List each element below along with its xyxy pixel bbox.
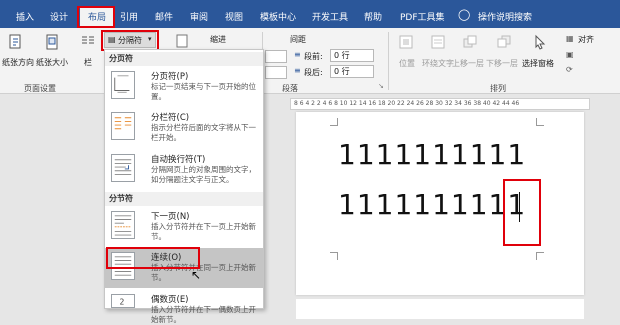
wrap-text-icon xyxy=(431,35,445,49)
send-backward-label[interactable]: 下移一层 xyxy=(486,58,518,69)
align-label[interactable]: 对齐 xyxy=(578,34,594,45)
bring-forward-label[interactable]: 上移一层 xyxy=(452,58,484,69)
space-before-icon: ≡ xyxy=(294,50,301,59)
document-area: 8 6 4 2 2 4 6 8 10 12 14 16 18 20 22 24 … xyxy=(0,94,620,319)
even-page-section-icon: 2 xyxy=(111,294,135,308)
tab-review[interactable]: 审阅 xyxy=(190,10,208,23)
space-before-label: 段前: xyxy=(304,52,323,61)
document-text-line-1[interactable]: 1111111111 xyxy=(338,138,526,171)
next-document-page[interactable] xyxy=(296,299,584,319)
text-cursor xyxy=(519,192,520,222)
rotate-icon[interactable]: ⟳ xyxy=(566,65,573,74)
space-after-input[interactable]: 0 行 xyxy=(330,65,374,78)
tab-references[interactable]: 引用 xyxy=(120,10,138,23)
tab-developer[interactable]: 开发工具 xyxy=(312,10,348,23)
section-breaks-header: 分节符 xyxy=(105,192,263,206)
page-breaks-header: 分页符 xyxy=(105,52,263,66)
document-page[interactable]: 1111111111 1111111111 xyxy=(296,112,584,295)
breaks-label: 分隔符 xyxy=(118,36,142,45)
position-label[interactable]: 位置 xyxy=(399,58,415,69)
horizontal-ruler[interactable]: 8 6 4 2 2 4 6 8 10 12 14 16 18 20 22 24 … xyxy=(290,98,590,110)
selection-pane-icon xyxy=(535,34,546,50)
tab-view[interactable]: 视图 xyxy=(225,10,243,23)
page-setup-group-label: 页面设置 xyxy=(24,84,56,93)
menu-item-text-wrapping-break[interactable]: 自动换行符(T) 分隔网页上的对象周围的文字，如分隔题注文字与正文。 xyxy=(105,150,263,190)
next-page-section-icon xyxy=(111,211,135,239)
space-before-input[interactable]: 0 行 xyxy=(330,49,374,62)
paragraph-group-label: 段落 xyxy=(282,84,298,93)
align-icon: ▦ xyxy=(566,34,574,43)
spacing-label: 间距 xyxy=(290,35,306,44)
paragraph-dialog-launcher-icon[interactable]: ↘ xyxy=(378,82,384,90)
tab-design[interactable]: 设计 xyxy=(50,10,68,23)
tell-me-search[interactable]: 操作说明搜索 xyxy=(478,10,532,23)
indent-label: 缩进 xyxy=(210,35,226,44)
chevron-down-icon: ▾ xyxy=(148,35,152,43)
document-text-line-2[interactable]: 1111111111 xyxy=(338,188,526,221)
menu-item-page-break[interactable]: 分页符(P) 标记一页结束与下一页开始的位置。 xyxy=(105,67,263,107)
columns-label: 栏 xyxy=(84,58,92,67)
column-break-icon xyxy=(111,112,135,140)
lightbulb-icon: ◯ xyxy=(458,8,471,21)
arrange-group-label: 排列 xyxy=(490,84,506,93)
tab-template-center[interactable]: 模板中心 xyxy=(260,10,296,23)
send-backward-icon xyxy=(497,35,511,48)
group-icon[interactable]: ▣ xyxy=(566,50,574,59)
ribbon-tab-bar: 插入 设计 布局 引用 邮件 审阅 视图 模板中心 开发工具 帮助 PDF工具集… xyxy=(0,0,620,30)
text-wrapping-break-icon xyxy=(111,154,135,182)
margin-corner-mark xyxy=(330,252,338,260)
tab-help[interactable]: 帮助 xyxy=(364,10,382,23)
menu-item-continuous[interactable]: 连续(O) 插入分节符并在同一页上开始新节。 ↖ xyxy=(105,248,263,288)
mouse-pointer-icon: ↖ xyxy=(191,268,202,282)
page-orientation-icon xyxy=(9,34,21,49)
tab-pdf-tools[interactable]: PDF工具集 xyxy=(400,10,445,23)
space-after-icon: ≡ xyxy=(294,66,301,75)
breaks-dropdown-menu: 分页符 分页符(P) 标记一页结束与下一页开始的位置。 分栏符(C) 指示分栏符… xyxy=(104,49,264,324)
margin-corner-mark xyxy=(536,252,544,260)
ribbon: 纸张方向 纸张大小 栏 页面设置 ▤ 分隔符 ▾ 缩进 间距 ≡ 段前: 0 行… xyxy=(0,28,620,94)
wrap-text-label[interactable]: 环绕文字 xyxy=(422,58,454,69)
bring-forward-icon xyxy=(463,35,477,48)
paper-size-icon xyxy=(46,34,58,50)
breaks-dropdown-button[interactable]: ▤ 分隔符 ▾ xyxy=(104,32,156,48)
breaks-icon: ▤ xyxy=(108,35,116,44)
text-direction-label: 纸张方向 xyxy=(2,58,34,67)
indent-right-spinner[interactable] xyxy=(265,66,287,79)
indent-left-spinner[interactable] xyxy=(265,50,287,63)
tab-layout[interactable]: 布局 xyxy=(80,6,115,30)
continuous-section-icon xyxy=(111,252,135,280)
menu-item-column-break[interactable]: 分栏符(C) 指示分栏符后面的文字将从下一栏开始。 xyxy=(105,108,263,148)
selection-pane-label[interactable]: 选择窗格 xyxy=(522,58,554,69)
line-numbers-icon[interactable] xyxy=(174,33,190,49)
margin-corner-mark xyxy=(536,118,544,126)
svg-text:2: 2 xyxy=(120,297,125,306)
tab-mailings[interactable]: 邮件 xyxy=(155,10,173,23)
page-break-icon xyxy=(111,71,135,99)
tab-insert[interactable]: 插入 xyxy=(16,10,34,23)
margin-corner-mark xyxy=(330,118,338,126)
menu-item-next-page[interactable]: 下一页(N) 插入分节符并在下一页上开始新节。 xyxy=(105,207,263,247)
menu-item-even-page[interactable]: 2 偶数页(E) 插入分节符并在下一偶数页上开始新节。 xyxy=(105,290,263,324)
space-after-label: 段后: xyxy=(304,68,323,77)
paper-size-label: 纸张大小 xyxy=(36,58,68,67)
columns-icon xyxy=(82,36,94,44)
position-icon xyxy=(399,35,413,49)
